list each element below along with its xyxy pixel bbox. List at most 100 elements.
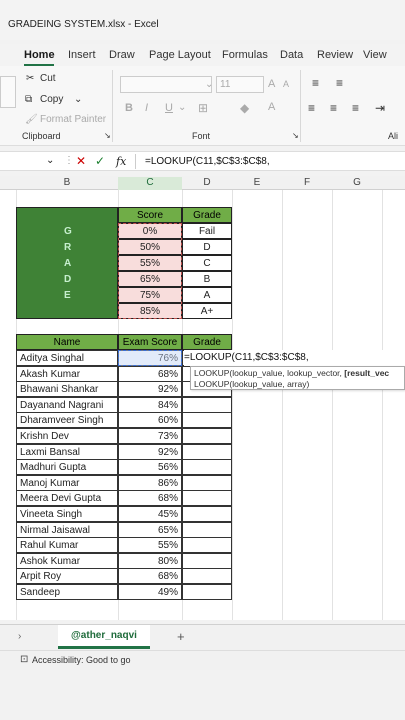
grade-header[interactable]: Grade	[182, 207, 232, 223]
student-grade-cell[interactable]	[182, 443, 232, 460]
copy-button[interactable]: Copy	[40, 94, 63, 105]
decrease-font-icon[interactable]: A	[283, 79, 289, 89]
student-grade-cell[interactable]	[182, 568, 232, 585]
tab-review[interactable]: Review	[317, 49, 353, 61]
student-score-cell[interactable]: 60%	[118, 412, 182, 429]
student-grade-cell[interactable]	[182, 459, 232, 476]
student-grade-cell[interactable]	[182, 537, 232, 554]
student-grade-cell[interactable]	[182, 552, 232, 569]
tab-view[interactable]: View	[363, 49, 387, 61]
tab-home[interactable]: Home	[24, 49, 55, 61]
clipboard-launcher-icon[interactable]: ↘	[104, 131, 111, 140]
enter-check-icon[interactable]: ✓	[95, 154, 105, 168]
borders-icon[interactable]: ⊞	[198, 101, 208, 115]
macro-record-icon[interactable]: ⊡	[20, 654, 28, 665]
student-score-cell[interactable]: 56%	[118, 459, 182, 476]
student-name-cell[interactable]: Bhawani Shankar	[16, 381, 118, 398]
student-score-cell[interactable]: 68%	[118, 365, 182, 382]
student-score-cell[interactable]: 84%	[118, 396, 182, 413]
column-header-e[interactable]: E	[232, 177, 282, 188]
bold-button[interactable]: B	[125, 102, 133, 114]
student-score-cell[interactable]: 49%	[118, 584, 182, 600]
align-left-icon[interactable]: ≡	[308, 101, 315, 115]
student-grade-cell[interactable]	[182, 506, 232, 522]
student-name-cell[interactable]: Vineeta Singh	[16, 506, 118, 522]
accessibility-status[interactable]: Accessibility: Good to go	[32, 655, 131, 665]
student-name-cell[interactable]: Sandeep	[16, 584, 118, 600]
increase-font-icon[interactable]: A	[268, 78, 275, 90]
student-name-cell[interactable]: Akash Kumar	[16, 365, 118, 382]
threshold-grade-cell[interactable]: A	[182, 287, 232, 303]
underline-button[interactable]: U	[165, 102, 173, 114]
student-name-cell[interactable]: Ashok Kumar	[16, 552, 118, 569]
student-grade-cell[interactable]	[182, 396, 232, 413]
tab-draw[interactable]: Draw	[109, 49, 135, 61]
threshold-grade-cell[interactable]: Fail	[182, 223, 232, 239]
paste-button[interactable]	[0, 76, 16, 108]
student-name-cell[interactable]: Dharamveer Singh	[16, 412, 118, 429]
sheet-nav-icon[interactable]: ›	[18, 631, 21, 642]
student-score-cell[interactable]: 73%	[118, 428, 182, 444]
tooltip-syntax[interactable]: LOOKUP(lookup_value, lookup_vector,	[194, 368, 344, 378]
student-score-cell[interactable]: 65%	[118, 521, 182, 538]
align-center-icon[interactable]: ≡	[330, 101, 337, 115]
student-grade-cell[interactable]	[182, 490, 232, 507]
cut-button[interactable]: Cut	[40, 73, 56, 84]
student-name-cell[interactable]: Nirmal Jaisawal	[16, 521, 118, 538]
column-header-g[interactable]: G	[332, 177, 382, 188]
column-header-f[interactable]: F	[282, 177, 332, 188]
tab-insert[interactable]: Insert	[68, 49, 96, 61]
name-header[interactable]: Name	[16, 334, 118, 350]
student-score-cell[interactable]: 68%	[118, 568, 182, 585]
student-score-cell[interactable]: 86%	[118, 474, 182, 491]
align-right-icon[interactable]: ≡	[352, 101, 359, 115]
student-grade-cell[interactable]	[182, 428, 232, 444]
student-score-cell[interactable]: 55%	[118, 537, 182, 554]
student-name-cell[interactable]: Arpit Roy	[16, 568, 118, 585]
font-launcher-icon[interactable]: ↘	[292, 131, 299, 140]
threshold-grade-cell[interactable]: B	[182, 271, 232, 287]
add-sheet-button[interactable]: +	[177, 629, 185, 644]
student-name-cell[interactable]: Madhuri Gupta	[16, 459, 118, 476]
format-painter-button[interactable]: Format Painter	[40, 114, 106, 125]
student-score-cell[interactable]: 80%	[118, 552, 182, 569]
student-name-cell[interactable]: Manoj Kumar	[16, 474, 118, 491]
exam-score-header[interactable]: Exam Score	[118, 334, 182, 350]
student-name-cell[interactable]: Rahul Kumar	[16, 537, 118, 554]
font-color-icon[interactable]: A	[268, 101, 275, 113]
threshold-grade-cell[interactable]: A+	[182, 303, 232, 319]
student-name-cell[interactable]: Meera Devi Gupta	[16, 490, 118, 507]
tab-data[interactable]: Data	[280, 49, 303, 61]
sheet-tab-active[interactable]: @ather_naqvi	[58, 625, 150, 649]
tab-formulas[interactable]: Formulas	[222, 49, 268, 61]
student-grade-cell[interactable]	[182, 474, 232, 491]
student-score-cell[interactable]: 92%	[118, 381, 182, 398]
student-grade-cell[interactable]	[182, 584, 232, 600]
student-score-cell[interactable]: 45%	[118, 506, 182, 522]
cancel-icon[interactable]: ✕	[76, 154, 86, 168]
chevron-down-icon[interactable]: ⌄	[46, 155, 54, 166]
student-score-cell[interactable]: 68%	[118, 490, 182, 507]
indent-icon[interactable]: ⇥	[375, 101, 385, 115]
threshold-grade-cell[interactable]: D	[182, 239, 232, 255]
student-grade-header[interactable]: Grade	[182, 334, 232, 350]
student-name-cell[interactable]: Dayanand Nagrani	[16, 396, 118, 413]
column-header-d[interactable]: D	[182, 177, 232, 188]
align-middle-icon[interactable]: ≡	[336, 76, 343, 90]
font-name-dropdown[interactable]	[120, 76, 212, 93]
score-header[interactable]: Score	[118, 207, 182, 223]
student-score-cell[interactable]: 92%	[118, 443, 182, 460]
chevron-down-icon[interactable]: ⌄	[74, 94, 82, 105]
column-header-b[interactable]: B	[16, 177, 118, 188]
insert-function-icon[interactable]: fx	[116, 155, 126, 168]
student-grade-cell[interactable]	[182, 521, 232, 538]
italic-button[interactable]: I	[145, 102, 148, 114]
student-name-cell[interactable]: Laxmi Bansal	[16, 443, 118, 460]
fill-color-icon[interactable]: ◆	[240, 101, 249, 115]
active-edit-cell[interactable]: =LOOKUP(C11,$C$3:$C$8,	[184, 350, 405, 366]
selected-score-cell[interactable]	[118, 350, 182, 366]
align-top-icon[interactable]: ≡	[312, 76, 319, 90]
student-grade-cell[interactable]	[182, 412, 232, 429]
tooltip-syntax-alt[interactable]: LOOKUP(lookup_value, array)	[194, 379, 401, 389]
tab-page-layout[interactable]: Page Layout	[149, 49, 211, 61]
